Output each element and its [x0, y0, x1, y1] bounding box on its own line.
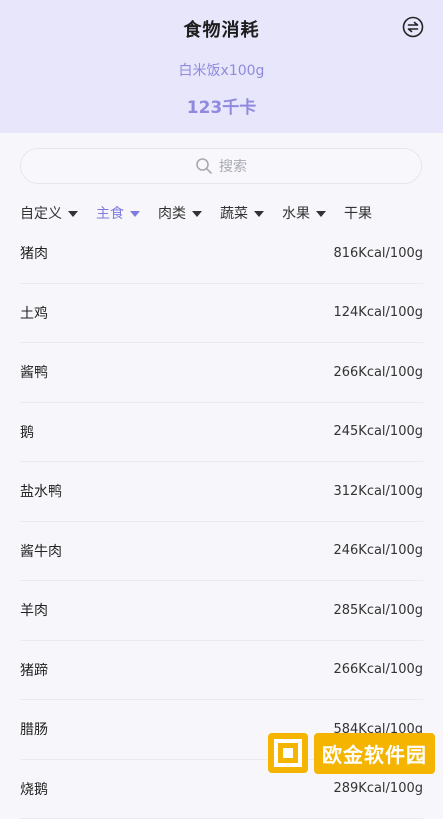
food-name: 腊肠 [20, 719, 48, 739]
tab-label: 肉类 [158, 206, 186, 222]
tab-label: 蔬菜 [220, 206, 248, 222]
food-calories: 289Kcal/100g [333, 781, 423, 796]
tab-3[interactable]: 蔬菜 [220, 203, 264, 223]
chevron-down-icon [130, 211, 140, 217]
selected-food-label: 白米饭x100g [0, 60, 443, 80]
list-item[interactable]: 羊肉 285Kcal/100g [20, 581, 423, 641]
food-name: 鹅 [20, 422, 34, 442]
food-calories: 245Kcal/100g [333, 424, 423, 439]
tab-4[interactable]: 水果 [282, 203, 326, 223]
food-calories: 816Kcal/100g [333, 246, 423, 261]
header: 食物消耗 白米饭x100g 123千卡 [0, 0, 443, 133]
tab-1[interactable]: 主食 [96, 203, 140, 223]
food-calories: 124Kcal/100g [333, 305, 423, 320]
tab-label: 水果 [282, 206, 310, 222]
search-icon [195, 157, 213, 175]
food-calories: 246Kcal/100g [333, 543, 423, 558]
food-name: 猪蹄 [20, 660, 48, 680]
chevron-down-icon [254, 211, 264, 217]
list-item[interactable]: 猪肉 816Kcal/100g [20, 224, 423, 284]
food-name: 烧鹅 [20, 779, 48, 799]
tab-label: 主食 [96, 206, 124, 222]
tab-label: 干果 [344, 206, 372, 222]
swap-icon[interactable] [402, 16, 424, 38]
chevron-down-icon [316, 211, 326, 217]
tab-label: 自定义 [20, 206, 62, 222]
tab-0[interactable]: 自定义 [20, 203, 78, 223]
category-tabs: 自定义 主食 肉类 蔬菜 水果 干果 [20, 203, 443, 225]
watermark-text: 欧金软件园 [314, 733, 435, 774]
list-item[interactable]: 猪蹄 266Kcal/100g [20, 641, 423, 701]
search-input[interactable]: 搜索 [20, 148, 422, 184]
list-item[interactable]: 鹅 245Kcal/100g [20, 403, 423, 463]
food-calories: 266Kcal/100g [333, 662, 423, 677]
chevron-down-icon [68, 211, 78, 217]
food-name: 酱牛肉 [20, 541, 62, 561]
food-calories: 285Kcal/100g [333, 603, 423, 618]
calorie-total: 123千卡 [0, 93, 443, 118]
food-name: 土鸡 [20, 303, 48, 323]
food-name: 猪肉 [20, 243, 48, 263]
list-item[interactable]: 盐水鸭 312Kcal/100g [20, 462, 423, 522]
food-name: 酱鸭 [20, 362, 48, 382]
food-calories: 266Kcal/100g [333, 365, 423, 380]
tab-5[interactable]: 干果 [344, 203, 372, 223]
list-item[interactable]: 酱鸭 266Kcal/100g [20, 343, 423, 403]
list-item[interactable]: 酱牛肉 246Kcal/100g [20, 522, 423, 582]
watermark: 欧金软件园 [266, 727, 435, 779]
search-placeholder: 搜索 [219, 156, 247, 176]
watermark-logo-icon [266, 731, 310, 775]
chevron-down-icon [192, 211, 202, 217]
food-calories: 312Kcal/100g [333, 484, 423, 499]
page-title: 食物消耗 [0, 16, 443, 42]
tab-2[interactable]: 肉类 [158, 203, 202, 223]
list-item[interactable]: 土鸡 124Kcal/100g [20, 284, 423, 344]
food-name: 盐水鸭 [20, 481, 62, 501]
food-name: 羊肉 [20, 600, 48, 620]
